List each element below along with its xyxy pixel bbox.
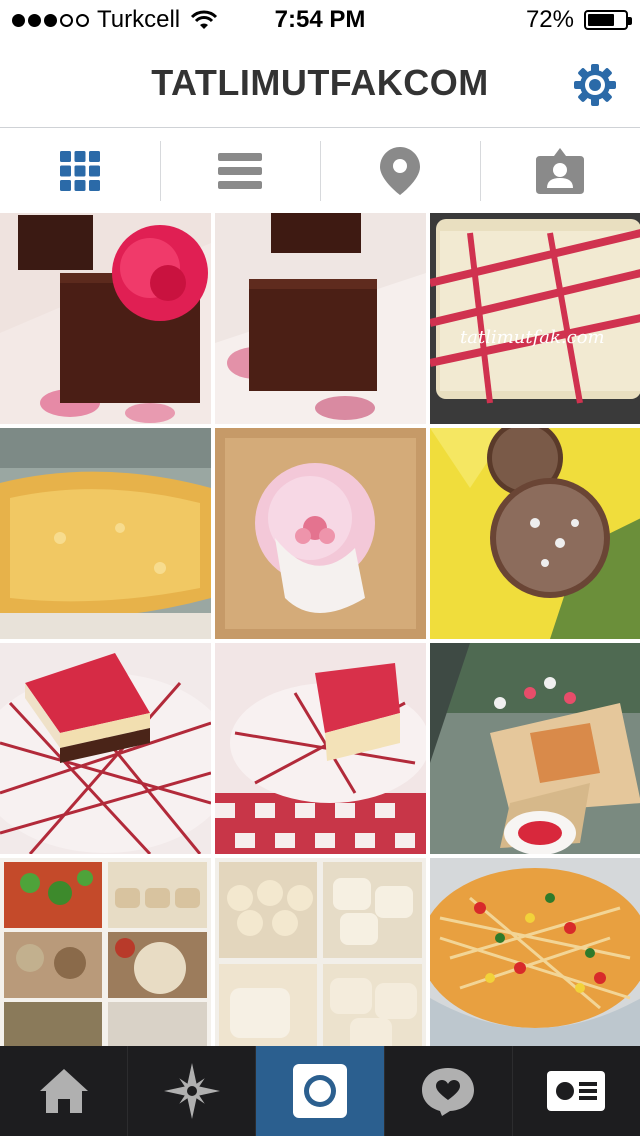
battery-percent: 72%: [525, 6, 574, 33]
tab-home[interactable]: [0, 1046, 129, 1136]
tab-explore[interactable]: [128, 1046, 257, 1136]
photo-tile[interactable]: [0, 858, 211, 1046]
profile-username-title: TATLIMUTFAKCOM: [151, 62, 489, 103]
photo-tile[interactable]: [215, 428, 426, 639]
tab-map-view[interactable]: [320, 129, 480, 213]
gear-icon[interactable]: [572, 62, 618, 108]
photo-watermark: tatlimutfak.com: [460, 327, 605, 348]
photo-tile[interactable]: tatlimutfak.com: [430, 213, 640, 424]
battery-icon: [584, 10, 632, 30]
list-icon: [218, 153, 262, 189]
tab-tagged-view[interactable]: [480, 129, 640, 213]
photo-tile[interactable]: [430, 643, 640, 854]
photo-grid: tatlimutfak.com: [0, 213, 640, 1046]
tab-activity[interactable]: [385, 1046, 513, 1136]
tab-grid-view[interactable]: [0, 129, 160, 213]
bottom-tab-bar: [0, 1046, 640, 1136]
photo-tile[interactable]: [215, 213, 426, 424]
star-compass-icon: [163, 1063, 220, 1119]
nav-header: TATLIMUTFAKCOM: [0, 40, 640, 128]
photo-tile[interactable]: [215, 643, 426, 854]
photo-tile[interactable]: [0, 428, 211, 639]
tab-list-view[interactable]: [160, 129, 320, 213]
tab-profile[interactable]: [513, 1046, 640, 1136]
person-tag-icon: [536, 148, 584, 194]
photo-tile[interactable]: [430, 858, 640, 1046]
status-bar: Turkcell 7:54 PM 72%: [0, 0, 640, 40]
status-right: 72%: [525, 6, 632, 34]
photo-tile[interactable]: [215, 858, 426, 1046]
tab-camera[interactable]: [256, 1046, 385, 1136]
grid-icon: [60, 151, 100, 191]
profile-card-icon: [547, 1071, 606, 1111]
photo-tile[interactable]: [0, 213, 211, 424]
camera-icon: [293, 1064, 347, 1118]
profile-view-tabs: [0, 129, 640, 213]
photo-tile[interactable]: [430, 428, 640, 639]
photo-tile[interactable]: [0, 643, 211, 854]
location-pin-icon: [380, 147, 420, 195]
home-icon: [39, 1069, 88, 1113]
heart-bubble-icon: [422, 1068, 475, 1116]
